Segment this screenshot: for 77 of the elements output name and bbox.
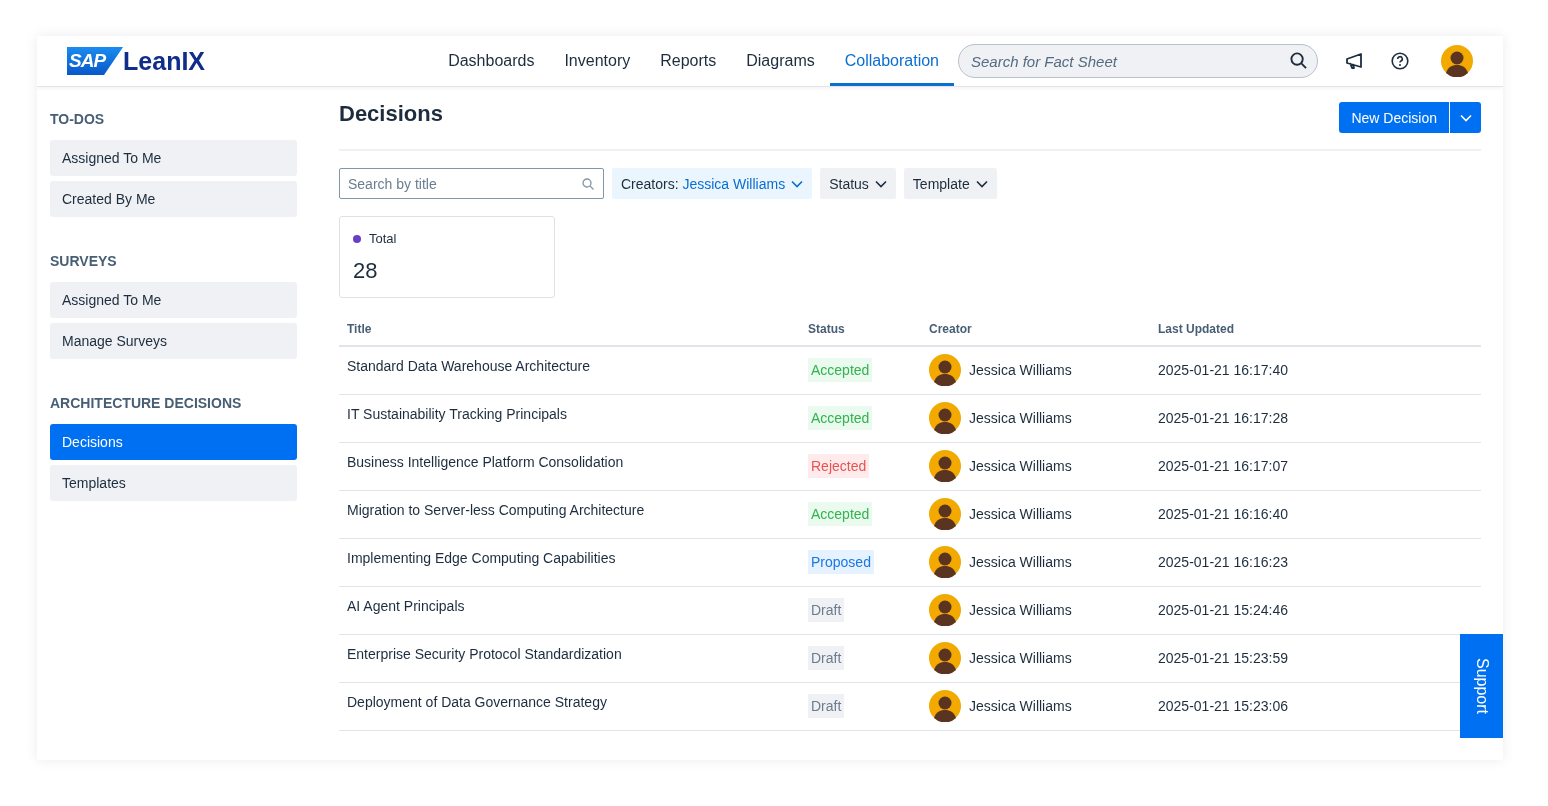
creators-filter[interactable]: Creators: Jessica Williams	[612, 168, 813, 199]
table-cell: 2025-01-21 16:16:40	[1150, 490, 1481, 538]
status-tag: Accepted	[808, 406, 873, 430]
status-tag: Accepted	[808, 358, 873, 383]
table-cell-text: Standard Data Warehouse Architecture	[347, 357, 592, 377]
column-header: Status	[800, 322, 921, 346]
table-cell-text: IT Sustainability Tracking Principals	[347, 405, 568, 424]
dropdown-button[interactable]	[1449, 102, 1481, 133]
caret-icon	[1459, 113, 1472, 122]
creator-name: Jessica Williams	[969, 505, 1072, 524]
sidebar-item[interactable]: Assigned To Me	[50, 282, 297, 318]
creator-name: Jessica Williams	[969, 697, 1072, 716]
creator-name: Jessica Williams	[969, 649, 1072, 668]
avatar-icon	[929, 546, 961, 578]
table-cell: 2025-01-21 15:24:46	[1150, 586, 1481, 634]
creator-name: Jessica Williams	[969, 601, 1072, 620]
summary-label: Total	[369, 231, 397, 246]
table-cell: 2025-01-21 16:17:07	[1150, 442, 1481, 490]
table-cell-text: Migration to Server-less Computing Architecture	[347, 501, 646, 520]
table-cell: 2025-01-21 16:17:28	[1150, 394, 1481, 442]
status-tag: Draft	[808, 646, 845, 670]
page-title: Decisions	[339, 101, 443, 127]
table-cell-text: AI Agent Principals	[347, 597, 466, 616]
brand-name: LeanIX	[123, 46, 206, 76]
filter-dropdown[interactable]: Template	[903, 168, 997, 199]
table-cell-text: Enterprise Security Protocol Standardization	[347, 645, 623, 664]
column-header: Title	[339, 322, 800, 346]
megaphone-icon[interactable]	[1346, 53, 1364, 69]
avatar-icon	[929, 450, 961, 482]
table-cell-text: Business Intelligence Platform Consolidation	[347, 453, 625, 472]
status-tag: Draft	[808, 694, 845, 718]
search-icon	[1290, 52, 1307, 69]
help-icon[interactable]	[1391, 52, 1409, 70]
nav-tab[interactable]: Dashboards	[433, 36, 550, 86]
avatar-icon	[929, 642, 961, 674]
sidebar-item[interactable]: Assigned To Me	[50, 140, 297, 176]
search-icon	[582, 178, 594, 190]
table-cell: 2025-01-21 16:17:40	[1150, 346, 1481, 394]
sidebar-item[interactable]: Templates	[50, 465, 297, 501]
sidebar-item[interactable]: Decisions	[50, 424, 297, 460]
new-decision-button[interactable]: New Decision	[1339, 102, 1449, 133]
creator-name: Jessica Williams	[969, 553, 1072, 572]
avatar-icon	[929, 594, 961, 626]
chevron-down-icon	[874, 179, 887, 188]
avatar-icon	[929, 354, 961, 387]
status-tag: Rejected	[808, 454, 870, 478]
filter-dropdown[interactable]: Status	[820, 168, 896, 199]
summary-value: 28	[353, 258, 378, 284]
sidebar-item[interactable]: Manage Surveys	[50, 323, 297, 359]
creator-name: Jessica Williams	[969, 409, 1072, 428]
avatar-icon	[929, 690, 961, 722]
section-heading: SURVEYS	[50, 253, 118, 269]
table-cell: 2025-01-21 16:16:23	[1150, 538, 1481, 586]
nav-tab[interactable]: Inventory	[549, 36, 646, 86]
column-header: Creator	[921, 322, 1150, 346]
status-tag: Draft	[808, 598, 845, 622]
chevron-down-icon	[791, 179, 804, 188]
table-cell-text: Implementing Edge Computing Capabilities	[347, 549, 617, 568]
search-field[interactable]: Search by title	[339, 168, 604, 199]
section-heading: ARCHITECTURE DECISIONS	[50, 395, 243, 411]
logo-badge: SAP	[67, 47, 124, 75]
avatar-icon	[1441, 45, 1473, 77]
status-tag: Accepted	[808, 502, 873, 526]
section-heading: TO-DOS	[50, 111, 106, 127]
nav-tab[interactable]: Reports	[645, 36, 732, 86]
table-cell-text: Deployment of Data Governance Strategy	[347, 693, 608, 712]
creator-name: Jessica Williams	[969, 457, 1072, 476]
search-field[interactable]: Search for Fact Sheet	[958, 44, 1318, 78]
chevron-down-icon	[975, 179, 988, 188]
column-header: Last Updated	[1150, 322, 1481, 346]
status-tag: Proposed	[808, 550, 874, 574]
creator-name: Jessica Williams	[969, 361, 1072, 381]
avatar-icon	[929, 402, 961, 434]
sidebar-item[interactable]: Created By Me	[50, 181, 297, 217]
avatar-icon	[929, 498, 961, 530]
nav-tab[interactable]: Diagrams	[731, 36, 830, 86]
nav-tab[interactable]: Collaboration	[829, 36, 954, 86]
